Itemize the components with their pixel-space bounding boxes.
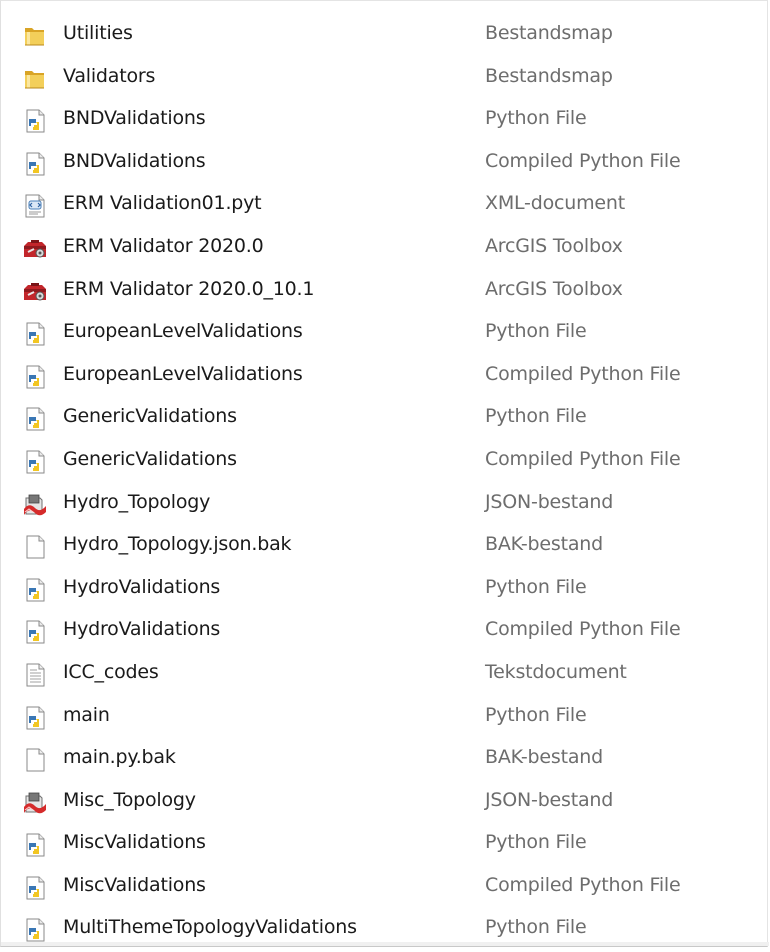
folder-icon [22,66,48,92]
file-name: ERM Validator 2020.0 [63,234,264,257]
file-row[interactable]: ERM Validator 2020.0 ArcGIS Toolbox [1,228,769,271]
file-type: Compiled Python File [485,873,681,896]
python-file-icon [22,875,48,901]
file-name: main [63,703,110,726]
file-name: Hydro_Topology [63,490,211,513]
file-row[interactable]: main.py.bak BAK-bestand [1,739,769,782]
python-file-icon [22,705,48,731]
python-file-icon [22,321,48,347]
file-row[interactable]: EuropeanLevelValidations Compiled Python … [1,356,769,399]
file-type: Python File [485,916,587,939]
python-file-icon [22,577,48,603]
file-row[interactable]: EuropeanLevelValidations Python File [1,313,769,356]
file-row[interactable]: HydroValidations Compiled Python File [1,611,769,654]
text-document-icon [22,662,48,688]
file-row[interactable]: Misc_Topology JSON-bestand [1,782,769,825]
file-name: GenericValidations [63,405,237,428]
file-row[interactable]: GenericValidations Python File [1,398,769,441]
file-name: ERM Validator 2020.0_10.1 [63,277,315,300]
file-name: Validators [63,64,156,87]
file-row[interactable]: Validators Bestandsmap [1,58,769,101]
python-file-icon [22,108,48,134]
file-row[interactable]: MiscValidations Compiled Python File [1,867,769,910]
file-type: Bestandsmap [485,64,613,87]
file-name: Misc_Topology [63,788,196,811]
file-type: JSON-bestand [485,490,614,513]
file-type: Compiled Python File [485,447,681,470]
file-list: Utilities Bestandsmap Validators Bestandsma… [1,15,769,952]
file-name: BNDValidations [63,149,206,172]
blank-file-icon [22,747,48,773]
file-row[interactable]: ICC_codes Tekstdocument [1,654,769,697]
file-type: BAK-bestand [485,746,603,769]
file-type: Bestandsmap [485,22,613,44]
file-row[interactable]: ERM Validator 2020.0_10.1 ArcGIS Toolbox [1,271,769,314]
file-name: main.py.bak [63,746,176,769]
python-file-icon [22,364,48,390]
arcgis-toolbox-icon [22,279,48,305]
file-name: EuropeanLevelValidations [63,362,303,385]
file-type: Tekstdocument [485,660,627,683]
file-type: Compiled Python File [485,362,681,385]
horizontal-scrollbar[interactable] [1,942,769,946]
python-file-icon [22,832,48,858]
python-file-icon [22,406,48,432]
file-name: ERM Validation01.pyt [63,192,262,215]
file-type: ArcGIS Toolbox [485,277,623,300]
file-type: Python File [485,703,587,726]
file-row[interactable]: BNDValidations Python File [1,100,769,143]
file-name: Hydro_Topology.json.bak [63,533,292,556]
file-name: MultiThemeTopologyValidations [63,916,357,939]
file-type: Python File [485,405,587,428]
file-name: HydroValidations [63,618,221,641]
file-type: Compiled Python File [485,618,681,641]
file-row[interactable]: Hydro_Topology.json.bak BAK-bestand [1,526,769,569]
python-file-icon [22,917,48,943]
file-row[interactable]: ERM Validation01.pyt XML-document [1,185,769,228]
xml-document-icon [22,193,48,219]
file-type: ArcGIS Toolbox [485,234,623,257]
file-type: Compiled Python File [485,149,681,172]
file-row[interactable]: HydroValidations Python File [1,569,769,612]
file-row[interactable]: GenericValidations Compiled Python File [1,441,769,484]
json-file-icon [22,492,48,518]
file-name: EuropeanLevelValidations [63,320,303,343]
file-name: MiscValidations [63,831,206,854]
python-file-icon [22,619,48,645]
python-file-icon [22,449,48,475]
file-name: Utilities [63,22,133,44]
file-name: HydroValidations [63,575,221,598]
file-type: Python File [485,320,587,343]
file-row[interactable]: Hydro_Topology JSON-bestand [1,484,769,527]
json-file-icon [22,790,48,816]
folder-icon [22,23,48,49]
file-name: MiscValidations [63,873,206,896]
file-type: Python File [485,107,587,130]
arcgis-toolbox-icon [22,236,48,262]
file-type: XML-document [485,192,625,215]
file-type: Python File [485,831,587,854]
file-row[interactable]: Utilities Bestandsmap [1,15,769,58]
file-row[interactable]: main Python File [1,697,769,740]
file-list-pane: Utilities Bestandsmap Validators Bestandsma… [0,0,769,947]
file-type: JSON-bestand [485,788,614,811]
file-row[interactable]: BNDValidations Compiled Python File [1,143,769,186]
python-file-icon [22,151,48,177]
file-type: BAK-bestand [485,533,603,556]
file-name: GenericValidations [63,447,237,470]
file-type: Python File [485,575,587,598]
blank-file-icon [22,534,48,560]
file-row[interactable]: MiscValidations Python File [1,824,769,867]
file-name: BNDValidations [63,107,206,130]
file-name: ICC_codes [63,660,159,683]
